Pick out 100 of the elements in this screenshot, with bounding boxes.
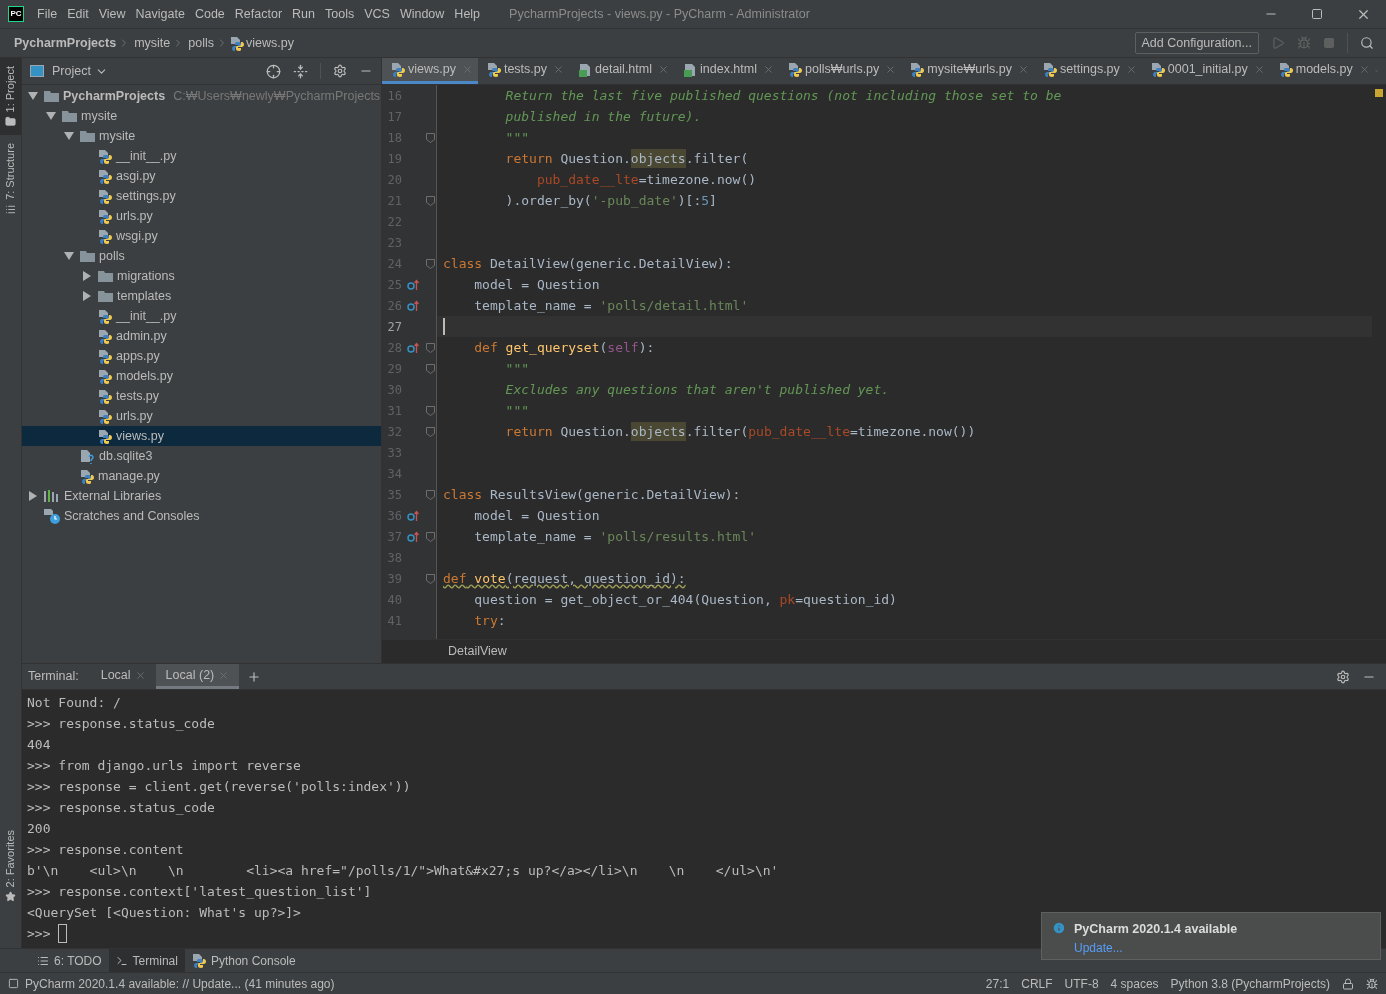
override-icon[interactable]	[407, 299, 419, 312]
settings-icon[interactable]	[1336, 669, 1350, 684]
tree-item[interactable]: manage.py	[22, 466, 381, 486]
status-message[interactable]: PyCharm 2020.1.4 available: // Update... (41 minutes ago)	[25, 974, 335, 993]
add-configuration-button[interactable]: Add Configuration...	[1134, 32, 1259, 54]
editor-tab[interactable]: models.py	[1269, 58, 1375, 84]
tree-item[interactable]: templates	[22, 286, 381, 306]
expanded-arrow-icon[interactable]	[64, 252, 74, 260]
code-breadcrumb[interactable]: DetailView	[448, 642, 507, 661]
tree-item[interactable]: tests.py	[22, 386, 381, 406]
close-tab-icon[interactable]	[658, 64, 669, 75]
fold-icon[interactable]	[425, 489, 435, 500]
panel-title[interactable]: Project	[52, 61, 91, 81]
fold-icon[interactable]	[425, 132, 435, 143]
new-tab-icon[interactable]	[247, 669, 262, 684]
tool-window-tab[interactable]: 6: TODO	[30, 949, 109, 972]
fold-icon[interactable]	[425, 405, 435, 416]
fold-icon[interactable]	[425, 426, 435, 437]
close-tab-icon[interactable]	[1253, 64, 1265, 75]
tool-window-tab[interactable]: Python Console	[184, 949, 303, 972]
menu-item[interactable]: VCS	[359, 4, 395, 24]
collapsed-arrow-icon[interactable]	[83, 291, 91, 301]
session-tab[interactable]: Local (2)	[155, 664, 240, 689]
run-icon[interactable]	[1271, 36, 1285, 50]
debug-icon[interactable]	[1297, 36, 1311, 50]
tree-item[interactable]: urls.py	[22, 406, 381, 426]
fold-icon[interactable]	[425, 363, 435, 374]
expanded-arrow-icon[interactable]	[28, 92, 38, 100]
warning-marker[interactable]	[1375, 89, 1383, 97]
tree-item[interactable]: __init__.py	[22, 146, 381, 166]
menu-item[interactable]: Help	[449, 4, 486, 24]
tree-item[interactable]: admin.py	[22, 326, 381, 346]
status-item[interactable]: 27:1	[985, 974, 1010, 993]
fold-icon[interactable]	[425, 258, 435, 269]
tool-windows-icon[interactable]	[8, 978, 19, 989]
editor-tab[interactable]: index.html	[674, 58, 779, 84]
menu-item[interactable]: Edit	[62, 4, 94, 24]
tree-item[interactable]: mysite	[22, 126, 381, 146]
override-icon[interactable]	[407, 341, 419, 354]
tree-item[interactable]: PycharmProjects C:₩Users₩newly₩PycharmProjects	[22, 86, 381, 106]
menu-item[interactable]: Run	[287, 4, 320, 24]
tree-item[interactable]: views.py	[22, 426, 381, 446]
stop-icon[interactable]	[1323, 37, 1335, 49]
update-link[interactable]: Update...	[1074, 938, 1238, 957]
expanded-arrow-icon[interactable]	[64, 132, 74, 140]
menu-item[interactable]: Refactor	[229, 4, 288, 24]
collapsed-arrow-icon[interactable]	[29, 491, 37, 501]
editor-tab[interactable]: detail.html	[569, 58, 674, 84]
close-tab-icon[interactable]	[885, 64, 897, 75]
collapsed-arrow-icon[interactable]	[83, 271, 91, 281]
status-item[interactable]: 4 spaces	[1110, 974, 1159, 993]
close-tab-icon[interactable]	[461, 64, 473, 75]
tree-item[interactable]: asgi.py	[22, 166, 381, 186]
breadcrumb-item[interactable]: mysite	[134, 33, 171, 53]
close-tab-icon[interactable]	[1018, 64, 1030, 75]
editor-tab[interactable]: 0001_initial.py	[1141, 58, 1270, 84]
breadcrumb-item[interactable]: views.py	[246, 33, 294, 53]
fold-icon[interactable]	[425, 195, 435, 206]
collapse-all-icon[interactable]	[293, 63, 308, 79]
settings-icon[interactable]	[333, 64, 347, 78]
status-item[interactable]: Python 3.8 (PycharmProjects)	[1170, 974, 1330, 993]
search-icon[interactable]	[1360, 36, 1374, 50]
editor-tab[interactable]: polls₩urls.py	[779, 58, 902, 84]
tree-item[interactable]: Scratches and Consoles	[22, 506, 381, 526]
fold-icon[interactable]	[425, 531, 435, 542]
editor-tab[interactable]: settings.py	[1034, 58, 1142, 84]
tree-item[interactable]: settings.py	[22, 186, 381, 206]
menu-item[interactable]: Tools	[320, 4, 360, 24]
tree-item[interactable]: __init__.py	[22, 306, 381, 326]
editor-tab[interactable]: mysite₩urls.py	[901, 58, 1035, 84]
tree-item[interactable]: mysite	[22, 106, 381, 126]
editor-tab[interactable]: views.py	[382, 58, 478, 84]
override-icon[interactable]	[407, 530, 419, 543]
close-tab-icon[interactable]	[1358, 64, 1370, 75]
tree-item[interactable]: urls.py	[22, 206, 381, 226]
tree-item[interactable]: migrations	[22, 266, 381, 286]
override-icon[interactable]	[407, 278, 419, 291]
editor-tab[interactable]: tests.py	[477, 58, 569, 84]
menu-item[interactable]: View	[93, 4, 131, 24]
tree-item[interactable]: db.sqlite3	[22, 446, 381, 466]
tree-item[interactable]: polls	[22, 246, 381, 266]
tree-item[interactable]: External Libraries	[22, 486, 381, 506]
menu-item[interactable]: Navigate	[130, 4, 190, 24]
tool-window-tab[interactable]: 1: Project	[0, 58, 21, 136]
override-icon[interactable]	[407, 509, 419, 522]
tool-window-tab[interactable]: Terminal	[108, 949, 185, 972]
favorites-tab[interactable]: 2: Favorites	[2, 829, 19, 887]
lock-icon[interactable]	[1342, 977, 1354, 990]
tree-item[interactable]: apps.py	[22, 346, 381, 366]
close-tab-icon[interactable]	[553, 64, 564, 75]
menu-item[interactable]: Code	[189, 4, 230, 24]
menu-item[interactable]: File	[32, 4, 63, 24]
close-tab-icon[interactable]	[763, 64, 774, 75]
status-item[interactable]: CRLF	[1021, 974, 1053, 993]
breadcrumb-item[interactable]: polls	[188, 33, 214, 53]
locate-icon[interactable]	[266, 63, 281, 79]
tree-item[interactable]: wsgi.py	[22, 226, 381, 246]
tree-item[interactable]: models.py	[22, 366, 381, 386]
expanded-arrow-icon[interactable]	[46, 112, 56, 120]
tool-window-tab[interactable]: 7: Structure	[0, 135, 21, 224]
